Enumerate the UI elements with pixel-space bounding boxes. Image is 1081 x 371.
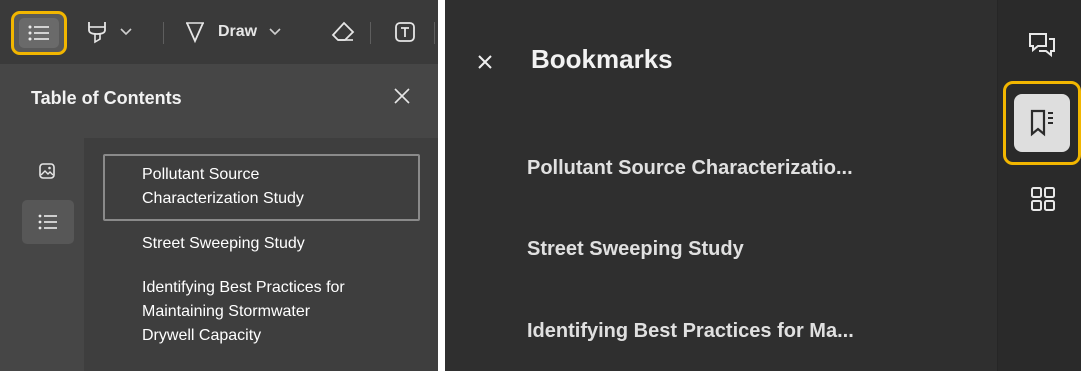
toolbar-divider <box>434 22 435 44</box>
grid-icon <box>1031 187 1055 211</box>
toc-item-label: Street Sweeping Study <box>142 235 305 252</box>
toc-close-button[interactable] <box>392 86 412 106</box>
bookmark-item[interactable]: Identifying Best Practices for Ma... <box>527 320 854 343</box>
text-box-icon <box>395 22 415 42</box>
toc-item-label: Drywell Capacity <box>142 327 262 344</box>
toc-toggle-button[interactable] <box>11 11 67 55</box>
toc-item[interactable]: Pollutant Source Characterization Study <box>142 163 402 211</box>
highlighter-tool-button[interactable] <box>84 18 110 46</box>
annotation-toolbar: Draw <box>0 0 438 64</box>
toc-item[interactable]: Street Sweeping Study <box>142 232 402 256</box>
toc-item-label: Pollutant Source <box>142 166 260 183</box>
toc-item-label: Maintaining Stormwater <box>142 303 311 320</box>
chevron-down-icon <box>269 28 281 36</box>
toc-item-label: Characterization Study <box>142 190 304 207</box>
image-icon <box>39 163 55 179</box>
eraser-icon <box>331 21 355 41</box>
draw-tool-button[interactable]: Draw <box>184 18 294 46</box>
highlighter-icon <box>88 22 106 44</box>
close-icon <box>478 55 492 69</box>
panel-separator <box>438 0 445 371</box>
toc-item[interactable]: Identifying Best Practices for Maintaini… <box>142 276 402 348</box>
bookmarks-title: Bookmarks <box>531 44 673 74</box>
right-side-rail <box>997 0 1081 371</box>
close-icon <box>394 88 410 104</box>
draw-label: Draw <box>218 23 258 40</box>
toc-rail-list-button[interactable] <box>22 200 74 244</box>
list-icon <box>19 18 59 48</box>
toolbar-divider <box>163 22 164 44</box>
bookmarks-close-button[interactable] <box>475 52 495 72</box>
toc-item-label: Identifying Best Practices for <box>142 279 345 296</box>
toc-title: Table of Contents <box>31 88 182 108</box>
table-of-contents-panel: Draw Table of Contents Pollutant Source … <box>0 0 438 371</box>
thumbnails-rail-button[interactable] <box>1028 184 1058 214</box>
comments-rail-button[interactable] <box>1026 30 1058 62</box>
eraser-tool-button[interactable] <box>328 18 358 46</box>
toc-rail-thumbnails-button[interactable] <box>36 160 58 182</box>
toc-list: Pollutant Source Characterization Study … <box>84 138 438 371</box>
text-tool-button[interactable] <box>390 18 420 46</box>
bookmarks-rail-button[interactable] <box>1003 81 1081 165</box>
highlighter-options-chevron[interactable] <box>118 22 134 42</box>
bookmark-icon <box>1014 94 1070 152</box>
comments-icon <box>1029 33 1055 58</box>
list-icon <box>38 214 57 230</box>
bookmark-item[interactable]: Pollutant Source Characterizatio... <box>527 157 853 180</box>
bookmarks-panel: Bookmarks Pollutant Source Characterizat… <box>445 0 1081 371</box>
pen-icon <box>186 22 204 44</box>
toolbar-divider <box>370 22 371 44</box>
bookmark-item[interactable]: Street Sweeping Study <box>527 238 744 261</box>
chevron-down-icon <box>120 28 132 36</box>
